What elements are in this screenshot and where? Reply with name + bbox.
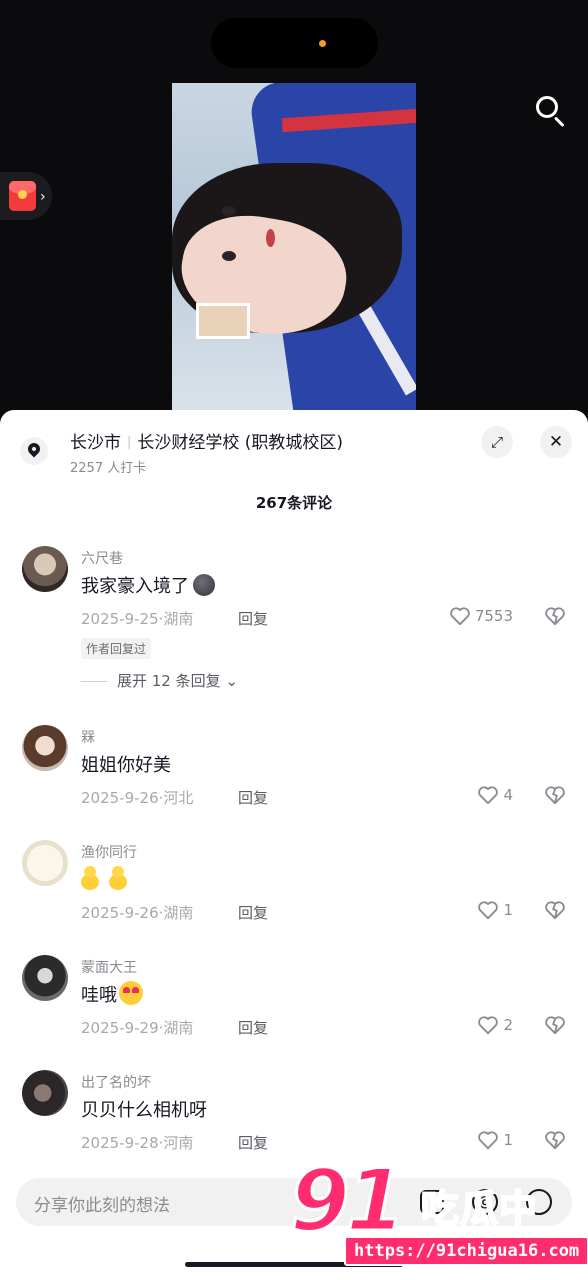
avatar[interactable] [22,725,68,771]
reply-button[interactable]: 回复 [238,902,268,923]
dislike-icon[interactable] [544,1015,566,1035]
comment-username[interactable]: 渔你同行 [81,842,137,862]
video-bg [196,303,250,339]
location-pin-icon [20,437,48,465]
like-count: 7553 [474,607,513,625]
comment-meta: 2025-9-26·河北 [81,789,194,807]
comment-text[interactable]: 我家豪入境了 [81,572,215,598]
comment-count: 267条评论 [255,494,333,512]
comment-username[interactable]: 蒙面大王 [81,957,137,977]
chevron-right-icon: › [40,189,46,205]
comment-username[interactable]: 出了名的坏 [81,1072,151,1092]
like-button[interactable]: 7553 [449,606,513,626]
heart-icon [478,1016,499,1035]
emoji-icon [193,574,215,596]
expand-icon[interactable]: ⤢ [481,426,513,458]
like-button[interactable]: 1 [477,1130,513,1150]
avatar[interactable] [22,840,68,886]
heart-eyes-emoji-icon [119,981,143,1005]
chevron-down-icon: ⌄ [225,672,238,690]
avatar[interactable] [22,546,68,592]
red-packet-button[interactable]: › [0,172,52,220]
location-city[interactable]: 长沙市 [70,433,121,453]
red-packet-icon [9,181,36,211]
watermark-brand: 91 [289,1151,408,1251]
avatar[interactable] [22,1070,68,1116]
video-bg [222,251,236,261]
like-count: 2 [503,1016,513,1034]
dislike-icon[interactable] [544,900,566,920]
dynamic-island [211,18,378,68]
video-bg [222,206,236,216]
comments-sheet: 长沙市 | 长沙财经学校 (职教城校区) 2257 人打卡 ⤢ ✕ 267条评论 六… [0,410,588,1280]
comment-text[interactable]: 哇哦 [81,981,143,1008]
comment-text[interactable]: 姐姐你好美 [81,751,171,777]
reply-button[interactable]: 回复 [238,1017,268,1038]
video-thumbnail[interactable] [172,83,416,413]
like-count: 1 [503,1131,513,1149]
heart-icon [478,786,499,805]
chick-emoji-icon [109,866,127,890]
comment-meta: 2025-9-29·湖南 [81,1019,194,1037]
like-button[interactable]: 1 [477,900,513,920]
comment-meta: 2025-9-25·湖南 [81,610,194,628]
dislike-icon[interactable] [544,606,566,626]
search-icon[interactable] [532,92,568,128]
heart-icon [478,1131,499,1150]
comment-username[interactable]: 六尺巷 [81,548,123,568]
reply-button[interactable]: 回复 [238,787,268,808]
separator: | [127,435,132,450]
like-count: 4 [503,786,513,804]
like-button[interactable]: 4 [477,785,513,805]
chick-emoji-icon [81,866,99,890]
location-place[interactable]: 长沙财经学校 (职教城校区) [137,433,343,453]
reply-button[interactable]: 回复 [238,608,268,629]
heart-icon [478,901,499,920]
comment-text[interactable] [81,866,137,895]
checkin-count: 2257 人打卡 [70,461,147,476]
like-count: 1 [503,901,513,919]
dislike-icon[interactable] [544,785,566,805]
like-button[interactable]: 2 [477,1015,513,1035]
video-bg [266,229,275,247]
heart-icon [450,607,470,626]
recording-indicator [319,40,326,47]
comment-username[interactable]: 槑 [81,727,95,747]
comment-meta: 2025-9-26·湖南 [81,904,194,922]
avatar[interactable] [22,955,68,1001]
watermark-url: https://91chigua16.com [344,1236,588,1266]
location-title[interactable]: 长沙市 | 长沙财经学校 (职教城校区) [70,428,343,453]
expand-replies-button[interactable]: 展开 12 条回复 ⌄ [81,670,238,691]
video-area[interactable]: › [0,0,588,420]
close-icon[interactable]: ✕ [540,426,572,458]
comment-text[interactable]: 贝贝什么相机呀 [81,1096,207,1122]
comment-meta: 2025-9-28·河南 [81,1134,194,1152]
input-placeholder: 分享你此刻的想法 [34,1196,170,1216]
dislike-icon[interactable] [544,1130,566,1150]
watermark: 91 吃瓜中心 https://91chigua16.com [286,1151,588,1280]
reply-button[interactable]: 回复 [238,1132,268,1153]
author-replied-badge: 作者回复过 [81,638,152,659]
